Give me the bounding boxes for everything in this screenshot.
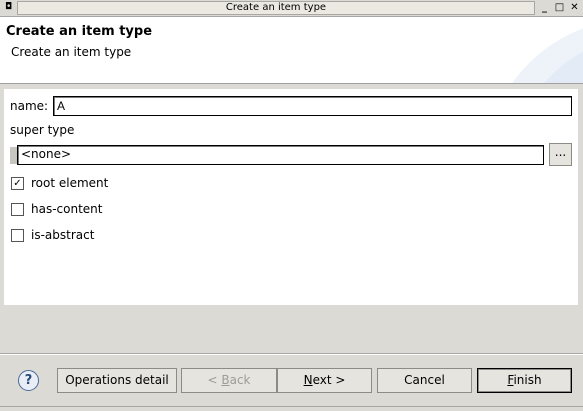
next-mnemonic: N [303, 373, 313, 387]
title-bar: ◘ Create an item type _ □ ✕ [0, 0, 583, 17]
minimize-icon[interactable]: _ [538, 1, 551, 14]
finish-rest: inish [513, 373, 542, 387]
name-label: name: [10, 99, 49, 113]
root-element-checkbox[interactable]: ✓ [11, 177, 24, 190]
operations-detail-button[interactable]: Operations detail [57, 368, 177, 393]
wizard-description: Create an item type [11, 45, 132, 59]
close-icon[interactable]: ✕ [568, 1, 581, 14]
root-element-label: root element [31, 176, 109, 190]
footer-separator [0, 353, 583, 355]
help-icon[interactable]: ? [18, 370, 39, 391]
next-button[interactable]: Next > [277, 368, 372, 393]
window-menu-icon[interactable]: ◘ [3, 2, 14, 13]
wizard-content [4, 89, 578, 305]
wizard-title: Create an item type [6, 24, 153, 39]
is-abstract-label: is-abstract [31, 228, 95, 242]
banner-decoration-icon [512, 28, 583, 83]
back-button[interactable]: < Back [181, 368, 277, 393]
super-type-field[interactable]: <none> [17, 145, 544, 165]
window-bottom-edge [0, 406, 583, 407]
maximize-icon[interactable]: □ [553, 1, 566, 14]
super-type-label: super type [10, 123, 75, 137]
next-rest: ext > [312, 373, 346, 387]
browse-super-type-button[interactable]: ... [549, 143, 572, 166]
back-mnemonic: B [221, 373, 230, 387]
name-field[interactable] [53, 96, 572, 116]
back-rest: ack [229, 373, 251, 387]
checkmark-icon: ✓ [13, 178, 22, 189]
cancel-button[interactable]: Cancel [377, 368, 472, 393]
has-content-checkbox[interactable] [11, 203, 24, 216]
super-type-gutter [10, 147, 17, 164]
window-title: Create an item type [17, 1, 535, 15]
has-content-label: has-content [31, 202, 103, 216]
back-prefix: < [207, 373, 222, 387]
finish-button[interactable]: Finish [477, 368, 572, 393]
wizard-header: Create an item type Create an item type [0, 17, 583, 84]
is-abstract-checkbox[interactable] [11, 229, 24, 242]
